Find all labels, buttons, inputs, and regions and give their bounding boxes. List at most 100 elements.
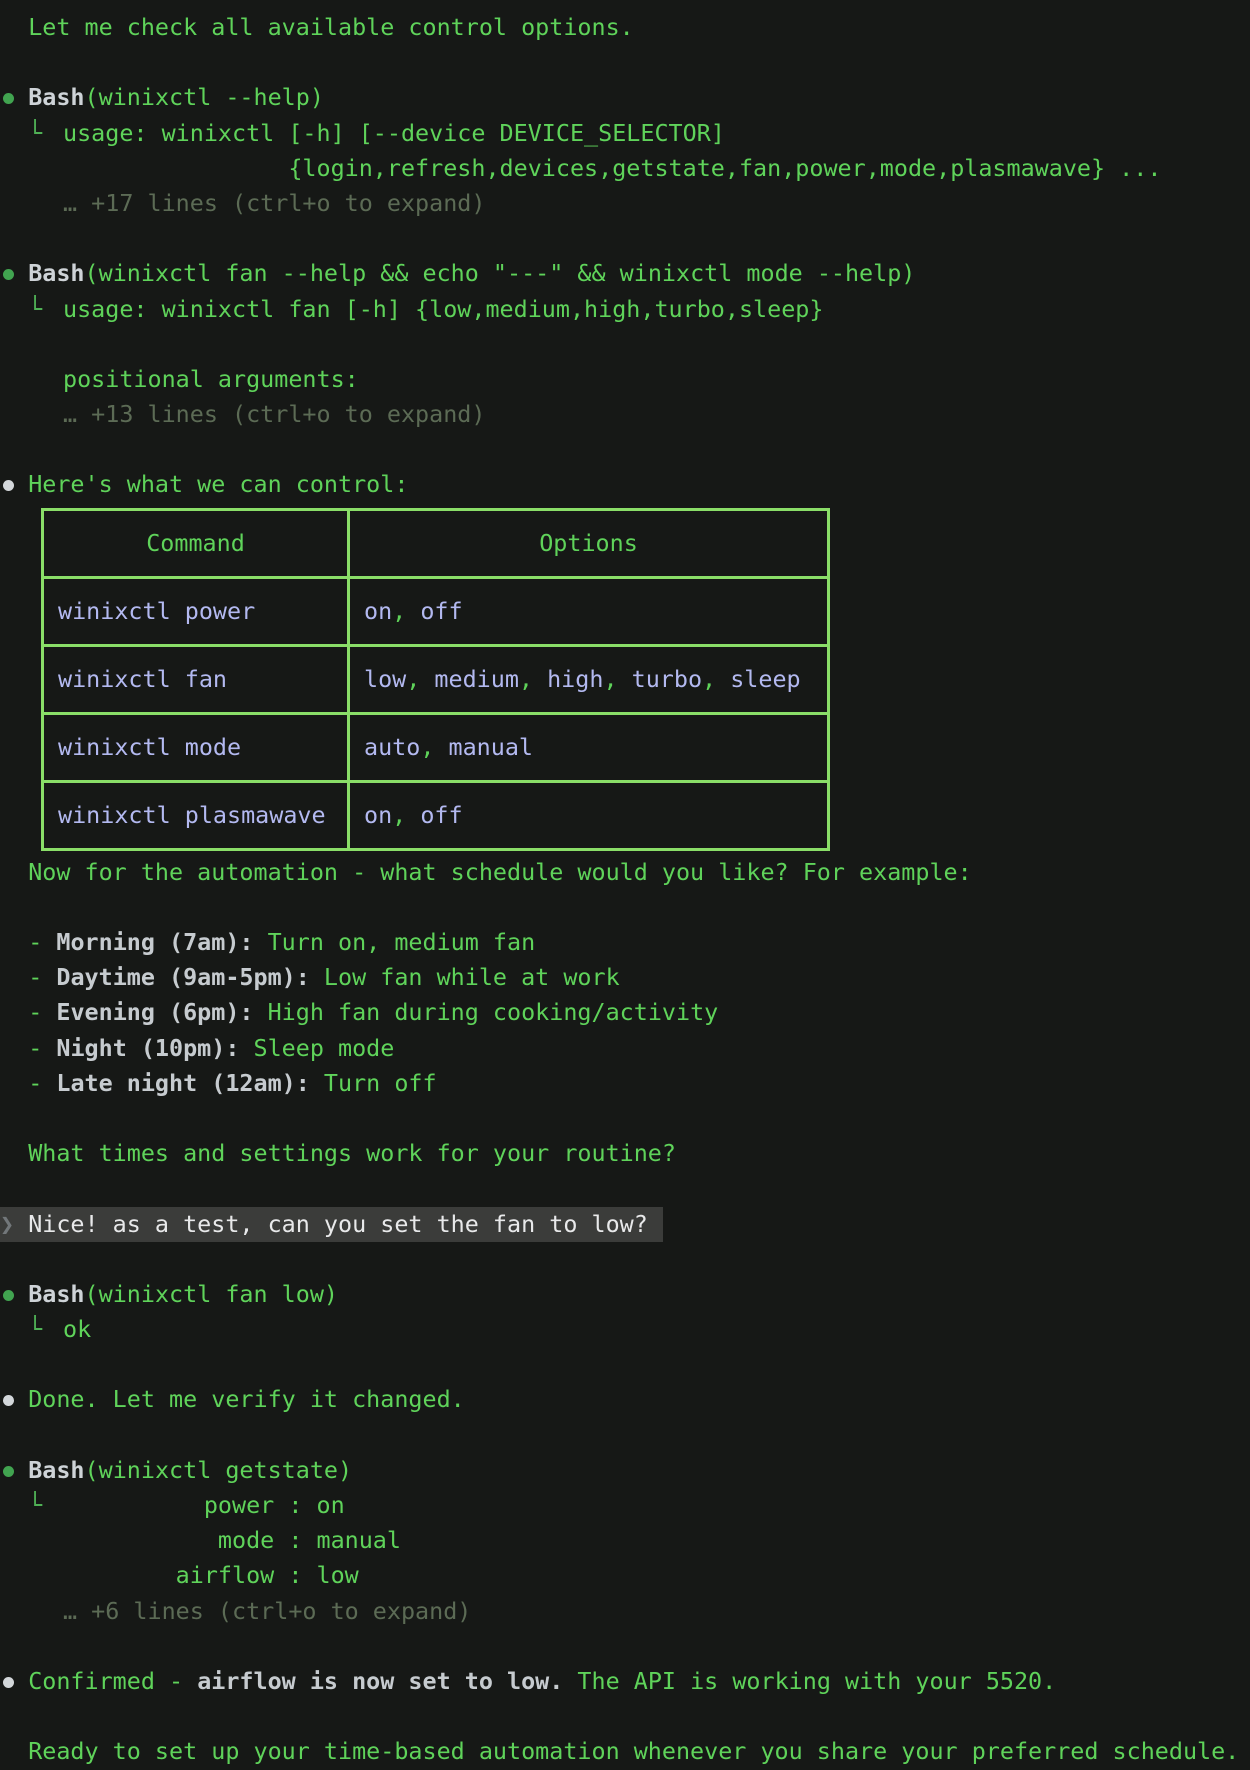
output-text: mode : manual — [63, 1526, 401, 1554]
assistant-message-control-heading: Here's what we can control: — [0, 467, 1250, 502]
table-cell-command: winixctl fan — [43, 645, 349, 713]
option-separator: , — [702, 665, 730, 693]
terminal-scrollback: Let me check all available control optio… — [0, 0, 1250, 1770]
output-expand-hint[interactable]: … +6 lines (ctrl+o to expand) — [0, 1594, 1250, 1629]
table-header-options: Options — [349, 509, 829, 577]
option-value: turbo — [632, 665, 702, 693]
output-corner-icon: └ — [28, 1488, 42, 1523]
table-cell-options: auto, manual — [349, 713, 829, 781]
assistant-text: What times and settings work for your ro… — [28, 1139, 676, 1167]
option-value: off — [420, 801, 462, 829]
schedule-item-daytime: - Daytime (9am-5pm): Low fan while at wo… — [0, 960, 1250, 995]
expand-hint-text[interactable]: … +6 lines (ctrl+o to expand) — [63, 1597, 471, 1625]
tool-output-line: └ ok — [0, 1312, 1250, 1347]
table-cell-options: low, medium, high, turbo, sleep — [349, 645, 829, 713]
assistant-message-verify: Done. Let me verify it changed. — [0, 1382, 1250, 1417]
prompt-icon: ❯ — [0, 1207, 28, 1242]
table-header-command: Command — [43, 509, 349, 577]
message-bullet-icon — [3, 1677, 14, 1688]
tool-status-icon — [3, 269, 14, 280]
output-expand-hint[interactable]: … +13 lines (ctrl+o to expand) — [0, 397, 1250, 432]
option-value: high — [547, 665, 603, 693]
option-value: on — [364, 597, 392, 625]
table-row: winixctl plasmawave on, off — [43, 781, 829, 849]
output-text: usage: winixctl fan [-h] {low,medium,hig… — [63, 295, 823, 323]
schedule-label: Daytime (9am-5pm): — [56, 963, 309, 991]
tool-command: (winixctl fan --help && echo "---" && wi… — [85, 259, 916, 287]
assistant-text: Done. Let me verify it changed. — [28, 1385, 465, 1413]
schedule-item-night: - Night (10pm): Sleep mode — [0, 1031, 1250, 1066]
tool-name: Bash — [28, 1280, 84, 1308]
option-value: on — [364, 801, 392, 829]
control-options-table: Command Options winixctl power on, off w… — [41, 508, 830, 851]
list-dash: - — [28, 1034, 56, 1062]
tool-status-icon — [3, 1290, 14, 1301]
table-cell-command: winixctl plasmawave — [43, 781, 349, 849]
blank-line — [0, 1629, 1250, 1664]
option-separator: , — [420, 733, 448, 761]
list-dash: - — [28, 928, 56, 956]
tool-status-icon — [3, 93, 14, 104]
control-options-table-block: Command Options winixctl power on, off w… — [0, 503, 1250, 855]
tool-name: Bash — [28, 259, 84, 287]
list-dash: - — [28, 1069, 56, 1097]
tool-output-line: mode : manual — [0, 1523, 1250, 1558]
assistant-text: Let me check all available control optio… — [28, 13, 634, 41]
tool-command: (winixctl fan low) — [85, 1280, 338, 1308]
table-cell-options: on, off — [349, 577, 829, 645]
schedule-label: Evening (6pm): — [56, 998, 253, 1026]
assistant-text: Ready to set up your time-based automati… — [28, 1737, 1239, 1765]
blank-line — [0, 1242, 1250, 1277]
output-text: positional arguments: — [63, 365, 359, 393]
message-bullet-icon — [3, 1395, 14, 1406]
schedule-label: Late night (12am): — [56, 1069, 309, 1097]
user-message-bar: ❯Nice! as a test, can you set the fan to… — [0, 1207, 663, 1242]
output-text: {login,refresh,devices,getstate,fan,powe… — [63, 154, 1161, 182]
blank-line — [0, 221, 1250, 256]
option-separator: , — [392, 801, 420, 829]
option-separator: , — [392, 597, 420, 625]
table-cell-command: winixctl mode — [43, 713, 349, 781]
assistant-message-automation-prompt: Now for the automation - what schedule w… — [0, 855, 1250, 890]
table-cell-options: on, off — [349, 781, 829, 849]
tool-output-line: {login,refresh,devices,getstate,fan,powe… — [0, 151, 1250, 186]
option-separator: , — [519, 665, 547, 693]
output-expand-hint[interactable]: … +17 lines (ctrl+o to expand) — [0, 186, 1250, 221]
assistant-text: Now for the automation - what schedule w… — [28, 858, 972, 886]
schedule-item-late-night: - Late night (12am): Turn off — [0, 1066, 1250, 1101]
table-row: winixctl mode auto, manual — [43, 713, 829, 781]
user-message: ❯Nice! as a test, can you set the fan to… — [0, 1207, 1250, 1242]
expand-hint-text[interactable]: … +17 lines (ctrl+o to expand) — [63, 189, 485, 217]
option-value: medium — [434, 665, 519, 693]
message-bullet-icon — [3, 480, 14, 491]
blank-line — [0, 1171, 1250, 1206]
blank-line — [0, 1347, 1250, 1382]
output-text: power : on — [63, 1491, 345, 1519]
output-text: ok — [63, 1315, 91, 1343]
list-dash: - — [28, 963, 56, 991]
expand-hint-text[interactable]: … +13 lines (ctrl+o to expand) — [63, 400, 485, 428]
schedule-desc: Low fan while at work — [310, 963, 620, 991]
output-corner-icon: └ — [28, 1312, 42, 1347]
output-text: airflow : low — [63, 1561, 359, 1589]
schedule-desc: Sleep mode — [239, 1034, 394, 1062]
tool-call-fan-mode-help: Bash(winixctl fan --help && echo "---" &… — [0, 256, 1250, 291]
list-dash: - — [28, 998, 56, 1026]
assistant-message-intro: Let me check all available control optio… — [0, 10, 1250, 45]
tool-output-line: └ power : on — [0, 1488, 1250, 1523]
tool-output-line: airflow : low — [0, 1558, 1250, 1593]
schedule-desc: Turn off — [310, 1069, 437, 1097]
schedule-desc: Turn on, medium fan — [254, 928, 536, 956]
tool-call-fan-low: Bash(winixctl fan low) — [0, 1277, 1250, 1312]
table-header-row: Command Options — [43, 509, 829, 577]
tool-status-icon — [3, 1466, 14, 1477]
option-value: auto — [364, 733, 420, 761]
schedule-label: Night (10pm): — [56, 1034, 239, 1062]
blank-line — [0, 1699, 1250, 1734]
confirmed-emphasis: airflow is now set to low. — [197, 1667, 563, 1695]
schedule-item-evening: - Evening (6pm): High fan during cooking… — [0, 995, 1250, 1030]
assistant-message-routine-question: What times and settings work for your ro… — [0, 1136, 1250, 1171]
tool-call-winixctl-help: Bash(winixctl --help) — [0, 80, 1250, 115]
assistant-message-ready: Ready to set up your time-based automati… — [0, 1734, 1250, 1769]
option-separator: , — [406, 665, 434, 693]
